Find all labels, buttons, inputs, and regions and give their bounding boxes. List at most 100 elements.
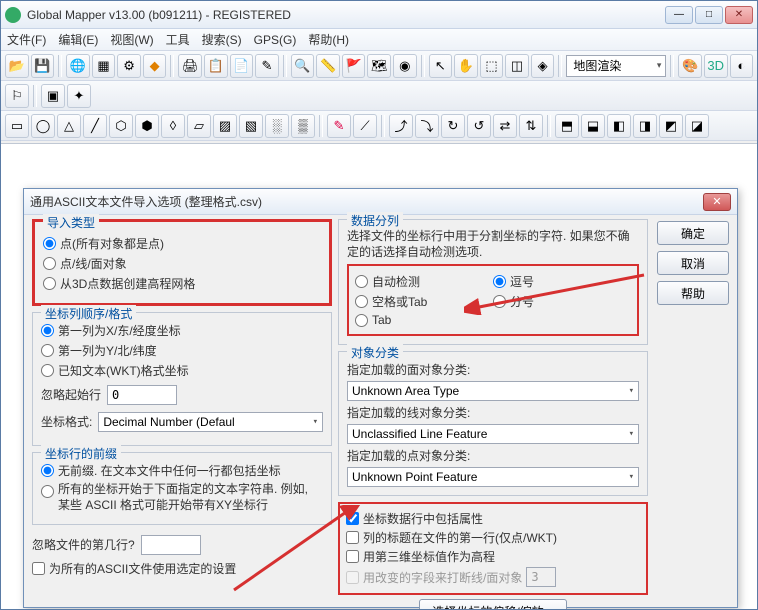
menu-view[interactable]: 视图(W) [110,31,153,48]
radio-3d-grid[interactable]: 从3D点数据创建高程网格 [43,275,321,292]
edit-v-icon[interactable]: ⬓ [581,114,605,138]
edit-d-icon[interactable]: ╱ [83,114,107,138]
edit-g-icon[interactable]: ◊ [161,114,185,138]
line-class-select[interactable]: Unclassified Line Feature [347,424,639,444]
nav-a-icon[interactable]: ⚐ [5,84,29,108]
chk-attr-in-row[interactable]: 坐标数据行中包括属性 [346,510,640,527]
edit-i-icon[interactable]: ▨ [213,114,237,138]
radio-space-tab[interactable]: 空格或Tab [355,293,493,310]
flag-icon[interactable]: 🚩 [342,54,366,78]
cancel-button[interactable]: 取消 [657,251,729,275]
radio-y-first[interactable]: 第一列为Y/北/纬度 [41,342,323,359]
cursor-icon[interactable]: ↖ [429,54,453,78]
skip-lines-input[interactable] [141,535,201,555]
ok-button[interactable]: 确定 [657,221,729,245]
radio-auto-detect[interactable]: 自动检测 [355,273,493,290]
tool-c-icon[interactable]: ⬚ [480,54,504,78]
tool-d-icon[interactable]: ◫ [505,54,529,78]
tool-3d-icon[interactable]: 3D [704,54,728,78]
point-class-select[interactable]: Unknown Point Feature [347,467,639,487]
toolbar-2: ⚐ ▣ ✦ [1,81,757,111]
edit-q-icon[interactable]: ↻ [441,114,465,138]
edit-z-icon[interactable]: ◪ [685,114,709,138]
open-icon[interactable]: 📂 [5,54,29,78]
tool-e-icon[interactable]: ◈ [531,54,555,78]
edit-o-icon[interactable]: ⤴ [389,114,413,138]
edit-j-icon[interactable]: ▧ [239,114,263,138]
edit-h-icon[interactable]: ▱ [187,114,211,138]
offset-scale-button[interactable]: 选择坐标的偏移/缩放... [419,599,566,610]
edit-f-icon[interactable]: ⬢ [135,114,159,138]
radio-semicolon[interactable]: 分号 [493,293,631,310]
radio-wkt[interactable]: 已知文本(WKT)格式坐标 [41,362,323,379]
print-icon[interactable]: 🖨 [178,54,202,78]
edit-k-icon[interactable]: ░ [265,114,289,138]
layers-icon[interactable]: ▦ [92,54,116,78]
radio-x-first[interactable]: 第一列为X/东/经度坐标 [41,322,323,339]
edit-t-icon[interactable]: ⇅ [519,114,543,138]
radio-point-line-face[interactable]: 点/线/面对象 [43,255,321,272]
edit-n-icon[interactable]: ⟋ [353,114,377,138]
edit-s-icon[interactable]: ⇄ [493,114,517,138]
tool-b-icon[interactable]: ◉ [393,54,417,78]
edit-e-icon[interactable]: ⬡ [109,114,133,138]
minimize-button[interactable]: — [665,6,693,24]
radio-tab[interactable]: Tab [355,313,493,327]
dialog-close-button[interactable]: ✕ [703,193,731,211]
pan-icon[interactable]: ✋ [454,54,478,78]
point-class-label: 指定加载的点对象分类: [347,447,639,464]
radio-comma[interactable]: 逗号 [493,273,631,290]
help-button[interactable]: 帮助 [657,281,729,305]
nav-b-icon[interactable]: ▣ [41,84,65,108]
copy-icon[interactable]: 📋 [204,54,228,78]
menu-help[interactable]: 帮助(H) [308,31,349,48]
ruler-icon[interactable]: 📏 [316,54,340,78]
edit-x-icon[interactable]: ◨ [633,114,657,138]
edit-m-icon[interactable]: ✎ [327,114,351,138]
edit-l-icon[interactable]: ▒ [291,114,315,138]
color-icon[interactable]: ◆ [143,54,167,78]
skip-lines-label: 忽略文件的第几行? [32,536,135,553]
close-button[interactable]: ✕ [725,6,753,24]
edit-r-icon[interactable]: ↺ [467,114,491,138]
edit-c-icon[interactable]: △ [57,114,81,138]
coord-format-label: 坐标格式: [41,413,92,430]
tool-f-icon[interactable]: 🎨 [678,54,702,78]
edit-b-icon[interactable]: ◯ [31,114,55,138]
edit-y-icon[interactable]: ◩ [659,114,683,138]
skip-start-input[interactable] [107,385,177,405]
window-title: Global Mapper v13.00 (b091211) - REGISTE… [27,8,665,22]
menu-search[interactable]: 搜索(S) [202,31,242,48]
menu-edit[interactable]: 编辑(E) [58,31,98,48]
edit-u-icon[interactable]: ⬒ [555,114,579,138]
config-icon[interactable]: ⚙ [117,54,141,78]
prefix-group: 坐标行的前缀 无前缀. 在文本文件中任何一行都包括坐标 所有的坐标开始于下面指定… [32,452,332,525]
radio-custom-prefix[interactable]: 所有的坐标开始于下面指定的文本字符串. 例如, 某些 ASCII 格式可能开始带… [41,482,323,513]
area-class-select[interactable]: Unknown Area Type [347,381,639,401]
map-icon[interactable]: 🗺 [367,54,391,78]
menu-file[interactable]: 文件(F) [7,31,46,48]
app-icon [5,7,21,23]
save-icon[interactable]: 💾 [31,54,55,78]
chk-use-for-all[interactable]: 为所有的ASCII文件使用选定的设置 [32,560,332,577]
nav-c-icon[interactable]: ✦ [67,84,91,108]
tool-g-icon[interactable]: ◐ [730,54,754,78]
edit-p-icon[interactable]: ⤵ [415,114,439,138]
edit-w-icon[interactable]: ◧ [607,114,631,138]
radio-points[interactable]: 点(所有对象都是点) [43,235,321,252]
menu-tools[interactable]: 工具 [166,31,190,48]
coord-format-select[interactable]: Decimal Number (Defaul [98,412,323,432]
chk-header-first-row[interactable]: 列的标题在文件的第一行(仅点/WKT) [346,529,640,546]
paste-icon[interactable]: 📄 [230,54,254,78]
render-mode-dropdown[interactable]: 地图渲染 [566,55,666,77]
zoom-icon[interactable]: 🔍 [291,54,315,78]
globe-icon[interactable]: 🌐 [66,54,90,78]
maximize-button[interactable]: □ [695,6,723,24]
import-dialog: 通用ASCII文本文件导入选项 (整理格式.csv) ✕ 导入类型 点(所有对象… [23,188,738,608]
chk-third-as-z[interactable]: 用第三维坐标值作为高程 [346,548,640,565]
edit-a-icon[interactable]: ▭ [5,114,29,138]
area-class-label: 指定加载的面对象分类: [347,361,639,378]
radio-no-prefix[interactable]: 无前缀. 在文本文件中任何一行都包括坐标 [41,462,323,479]
menu-gps[interactable]: GPS(G) [254,33,297,47]
tool-a-icon[interactable]: ✎ [255,54,279,78]
